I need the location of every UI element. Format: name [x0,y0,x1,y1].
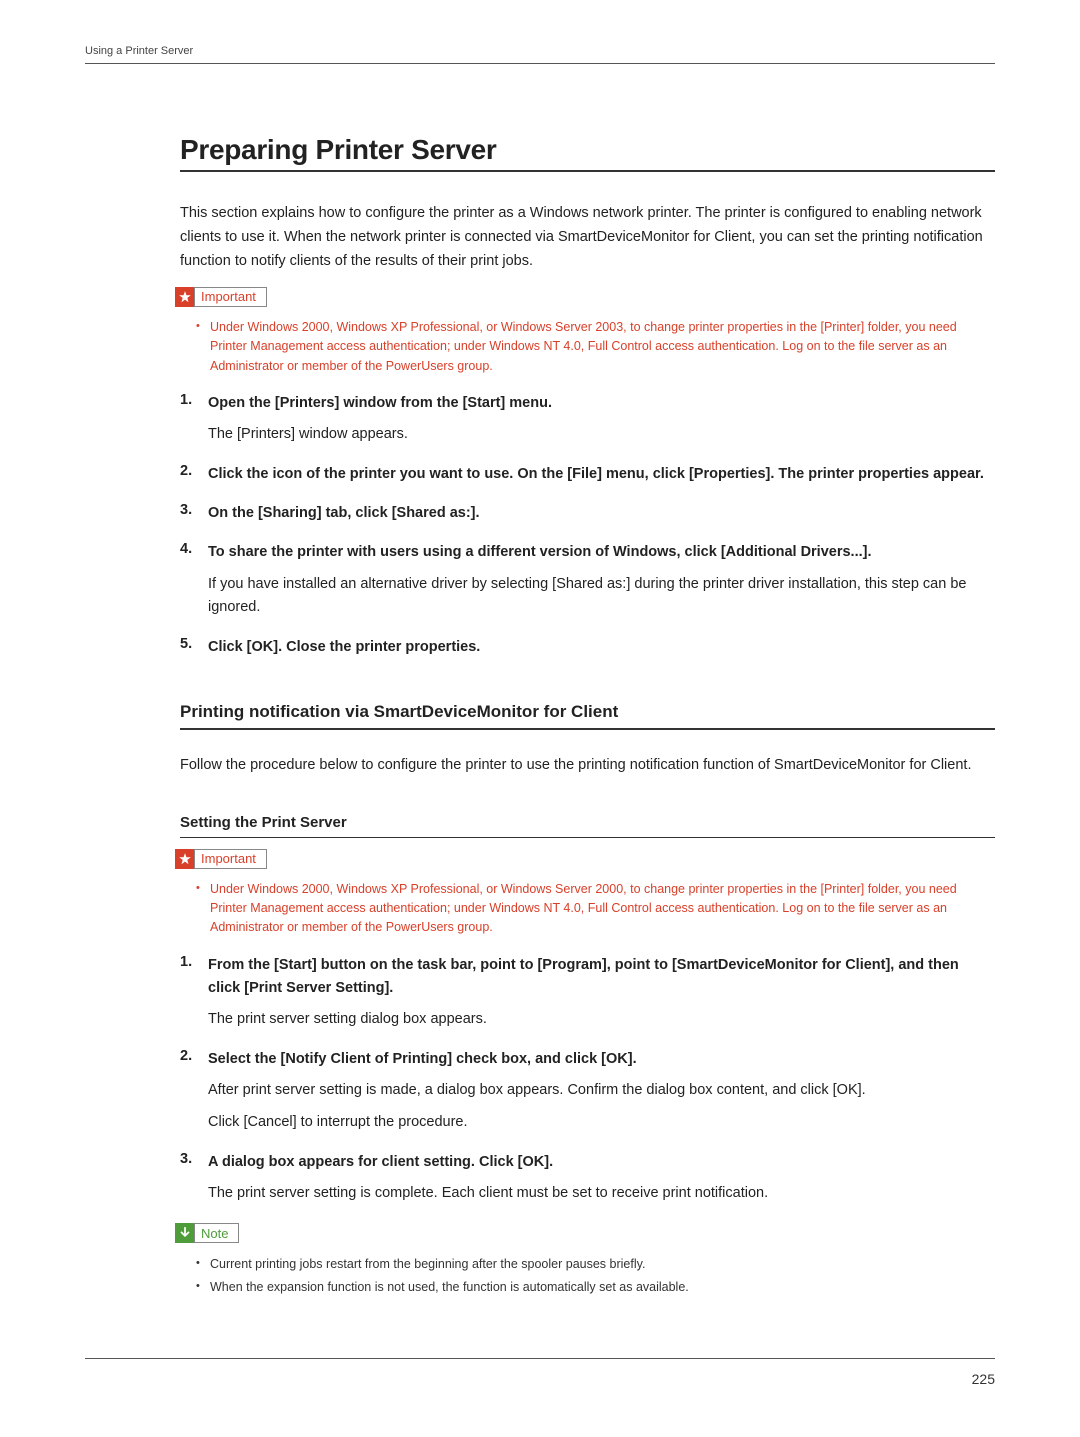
important-callout: Important [175,848,995,870]
document-page: Using a Printer Server Preparing Printer… [0,0,1080,1437]
important-label: Important [194,849,267,869]
important-callout: Important [175,286,995,308]
header-rule [85,63,995,64]
section-rule [180,728,995,730]
step-head: Open the [Printers] window from the [Sta… [208,392,995,415]
page-title: Preparing Printer Server [180,134,995,166]
step-number: 3. [180,502,192,518]
note-item: Current printing jobs restart from the b… [210,1254,995,1275]
step-2: 2. Select the [Notify Client of Printing… [208,1048,995,1135]
step-head: Click [OK]. Close the printer properties… [208,636,995,659]
step-body: The print server setting is complete. Ea… [208,1182,995,1206]
star-icon [175,287,195,307]
step-head: Click the icon of the printer you want t… [208,463,995,486]
important-item: Under Windows 2000, Windows XP Professio… [210,318,995,376]
step-body: The [Printers] window appears. [208,423,995,447]
note-label: Note [194,1223,239,1243]
footer-rule [85,1358,995,1359]
note-list: Current printing jobs restart from the b… [180,1254,995,1299]
step-number: 5. [180,636,192,652]
star-icon [175,849,195,869]
main-content: Preparing Printer Server This section ex… [0,134,1080,1299]
subsection-heading: Setting the Print Server [180,814,995,831]
step-1: 1. Open the [Printers] window from the [… [208,392,995,447]
step-head: On the [Sharing] tab, click [Shared as:]… [208,502,995,525]
step-body: After print server setting is made, a di… [208,1079,995,1103]
important-list: Under Windows 2000, Windows XP Professio… [180,318,995,376]
important-item: Under Windows 2000, Windows XP Professio… [210,880,995,938]
step-2: 2. Click the icon of the printer you wan… [208,463,995,486]
step-body-2: Click [Cancel] to interrupt the procedur… [208,1111,995,1135]
running-head: Using a Printer Server [85,45,995,57]
step-head: Select the [Notify Client of Printing] c… [208,1048,995,1071]
step-body: If you have installed an alternative dri… [208,573,995,621]
section-heading-wrap: Printing notification via SmartDeviceMon… [180,702,995,730]
section-heading: Printing notification via SmartDeviceMon… [180,702,995,722]
step-head: A dialog box appears for client setting.… [208,1151,995,1174]
step-number: 1. [180,392,192,408]
important-label: Important [194,287,267,307]
step-5: 5. Click [OK]. Close the printer propert… [208,636,995,659]
section-intro: Follow the procedure below to configure … [180,754,995,778]
step-number: 2. [180,1048,192,1064]
intro-paragraph: This section explains how to configure t… [180,202,995,274]
step-number: 2. [180,463,192,479]
step-number: 1. [180,954,192,970]
subsection-heading-wrap: Setting the Print Server [180,814,995,838]
note-callout: Note [175,1222,995,1244]
title-rule [180,170,995,172]
steps-list-1: 1. Open the [Printers] window from the [… [180,392,995,660]
steps-list-2: 1. From the [Start] button on the task b… [180,954,995,1206]
arrow-down-icon [175,1223,195,1243]
page-number: 225 [972,1371,995,1387]
step-head: From the [Start] button on the task bar,… [208,954,995,1000]
subsection-rule [180,837,995,838]
step-3: 3. On the [Sharing] tab, click [Shared a… [208,502,995,525]
step-3: 3. A dialog box appears for client setti… [208,1151,995,1206]
note-item: When the expansion function is not used,… [210,1277,995,1298]
step-body: The print server setting dialog box appe… [208,1008,995,1032]
step-head: To share the printer with users using a … [208,541,995,564]
page-header: Using a Printer Server [0,45,1080,64]
step-4: 4. To share the printer with users using… [208,541,995,620]
step-1: 1. From the [Start] button on the task b… [208,954,995,1032]
step-number: 4. [180,541,192,557]
step-number: 3. [180,1151,192,1167]
important-list-2: Under Windows 2000, Windows XP Professio… [180,880,995,938]
